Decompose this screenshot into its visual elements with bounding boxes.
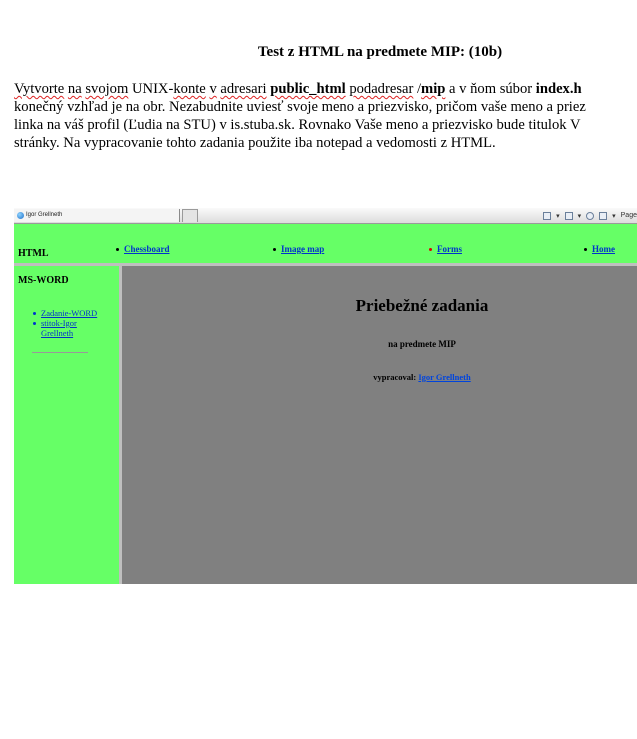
paragraph-segment: public_html (270, 81, 346, 97)
document-title: Test z HTML na predmete MIP: (10b) (257, 44, 503, 60)
bullet-icon (273, 248, 276, 252)
paragraph-segment: UNIX- (128, 81, 174, 97)
author-line: vypracoval: Igor Grellneth (122, 372, 637, 382)
divider (32, 352, 88, 353)
author-prefix: vypracoval: (373, 372, 417, 382)
dropdown-icon[interactable]: ▾ (556, 212, 560, 220)
bullet-icon (584, 248, 587, 252)
paragraph-segment: Vytvorte (14, 81, 65, 97)
nav-link-image-map[interactable]: Image map (281, 244, 324, 254)
bullet-icon (116, 248, 119, 252)
nav-item-home: Home (584, 244, 615, 254)
nav-link-forms[interactable]: Forms (437, 244, 462, 254)
browser-tab-title: Igor Grellneth (26, 212, 63, 218)
list-item: stitok-Igor Grellneth (32, 318, 111, 338)
topnav-title: HTML (18, 248, 49, 259)
nav-item-forms: Forms (429, 244, 462, 254)
paragraph-line-2: konečný vzhľad je na obr. Nezabudnite uv… (14, 99, 586, 115)
left-panel-title: MS-WORD (18, 275, 69, 286)
paragraph-segment: a v ňom súbor (445, 81, 536, 97)
paragraph-segment: mip (421, 81, 446, 97)
left-panel: MS-WORD Zadanie-WORD stitok-Igor Grellne… (14, 266, 119, 584)
bullet-icon (429, 248, 432, 252)
dropdown-icon[interactable]: ▾ (578, 212, 582, 220)
link-zadanie-word[interactable]: Zadanie-WORD (41, 308, 97, 318)
new-tab-button[interactable] (182, 209, 198, 222)
paragraph-segment: svojom (85, 81, 129, 97)
paragraph-segment: index.h (535, 81, 582, 97)
list-item: Zadanie-WORD (32, 308, 111, 318)
browser-tab[interactable]: Igor Grellneth (14, 209, 180, 222)
nav-link-home[interactable]: Home (592, 244, 615, 254)
paragraph-line-3: linka na váš profil (Ľudia na STU) v is.… (14, 117, 581, 133)
paragraph-segment: adresari (220, 81, 267, 97)
browser-tools: ▾ ▾ ▾ Page (543, 210, 637, 221)
home-icon[interactable] (543, 211, 552, 220)
page-menu[interactable]: Page (621, 212, 637, 219)
paragraph-line-1: Vytvorte na svojom UNIX-konte v adresari… (14, 80, 637, 98)
feeds-icon[interactable] (564, 211, 573, 220)
dropdown-icon[interactable]: ▾ (612, 212, 616, 220)
main-subtitle: na predmete MIP (388, 339, 456, 349)
paragraph-line-4: stránky. Na vypracovanie tohto zadania p… (14, 135, 496, 151)
instructions-paragraph: Vytvorte na svojom UNIX-konte v adresari… (14, 80, 637, 152)
ie-logo-icon (17, 212, 24, 219)
paragraph-segment: konte (173, 81, 206, 97)
main-title: Priebežné zadania (355, 296, 489, 315)
nav-item-chessboard: Chessboard (116, 244, 170, 254)
top-navigation: HTML Chessboard Image map Forms Home (14, 224, 637, 263)
nav-link-chessboard[interactable]: Chessboard (124, 244, 170, 254)
left-link-list: Zadanie-WORD stitok-Igor Grellneth (32, 308, 111, 338)
link-stitok[interactable]: stitok-Igor Grellneth (41, 318, 77, 338)
print-icon[interactable] (599, 211, 608, 220)
paragraph-segment: / (413, 81, 422, 97)
nav-item-image-map: Image map (273, 244, 324, 254)
browser-toolbar: Igor Grellneth ▾ ▾ ▾ Page (14, 208, 637, 224)
paragraph-segment: na (67, 81, 82, 97)
main-content: Priebežné zadania na predmete MIP vyprac… (122, 266, 637, 584)
paragraph-segment: podadresar (349, 81, 414, 97)
example-screenshot: Igor Grellneth ▾ ▾ ▾ Page HTML Chessboar… (14, 208, 637, 584)
mail-icon[interactable] (586, 211, 595, 220)
author-link[interactable]: Igor Grellneth (418, 372, 470, 382)
paragraph-segment: v (209, 81, 217, 97)
